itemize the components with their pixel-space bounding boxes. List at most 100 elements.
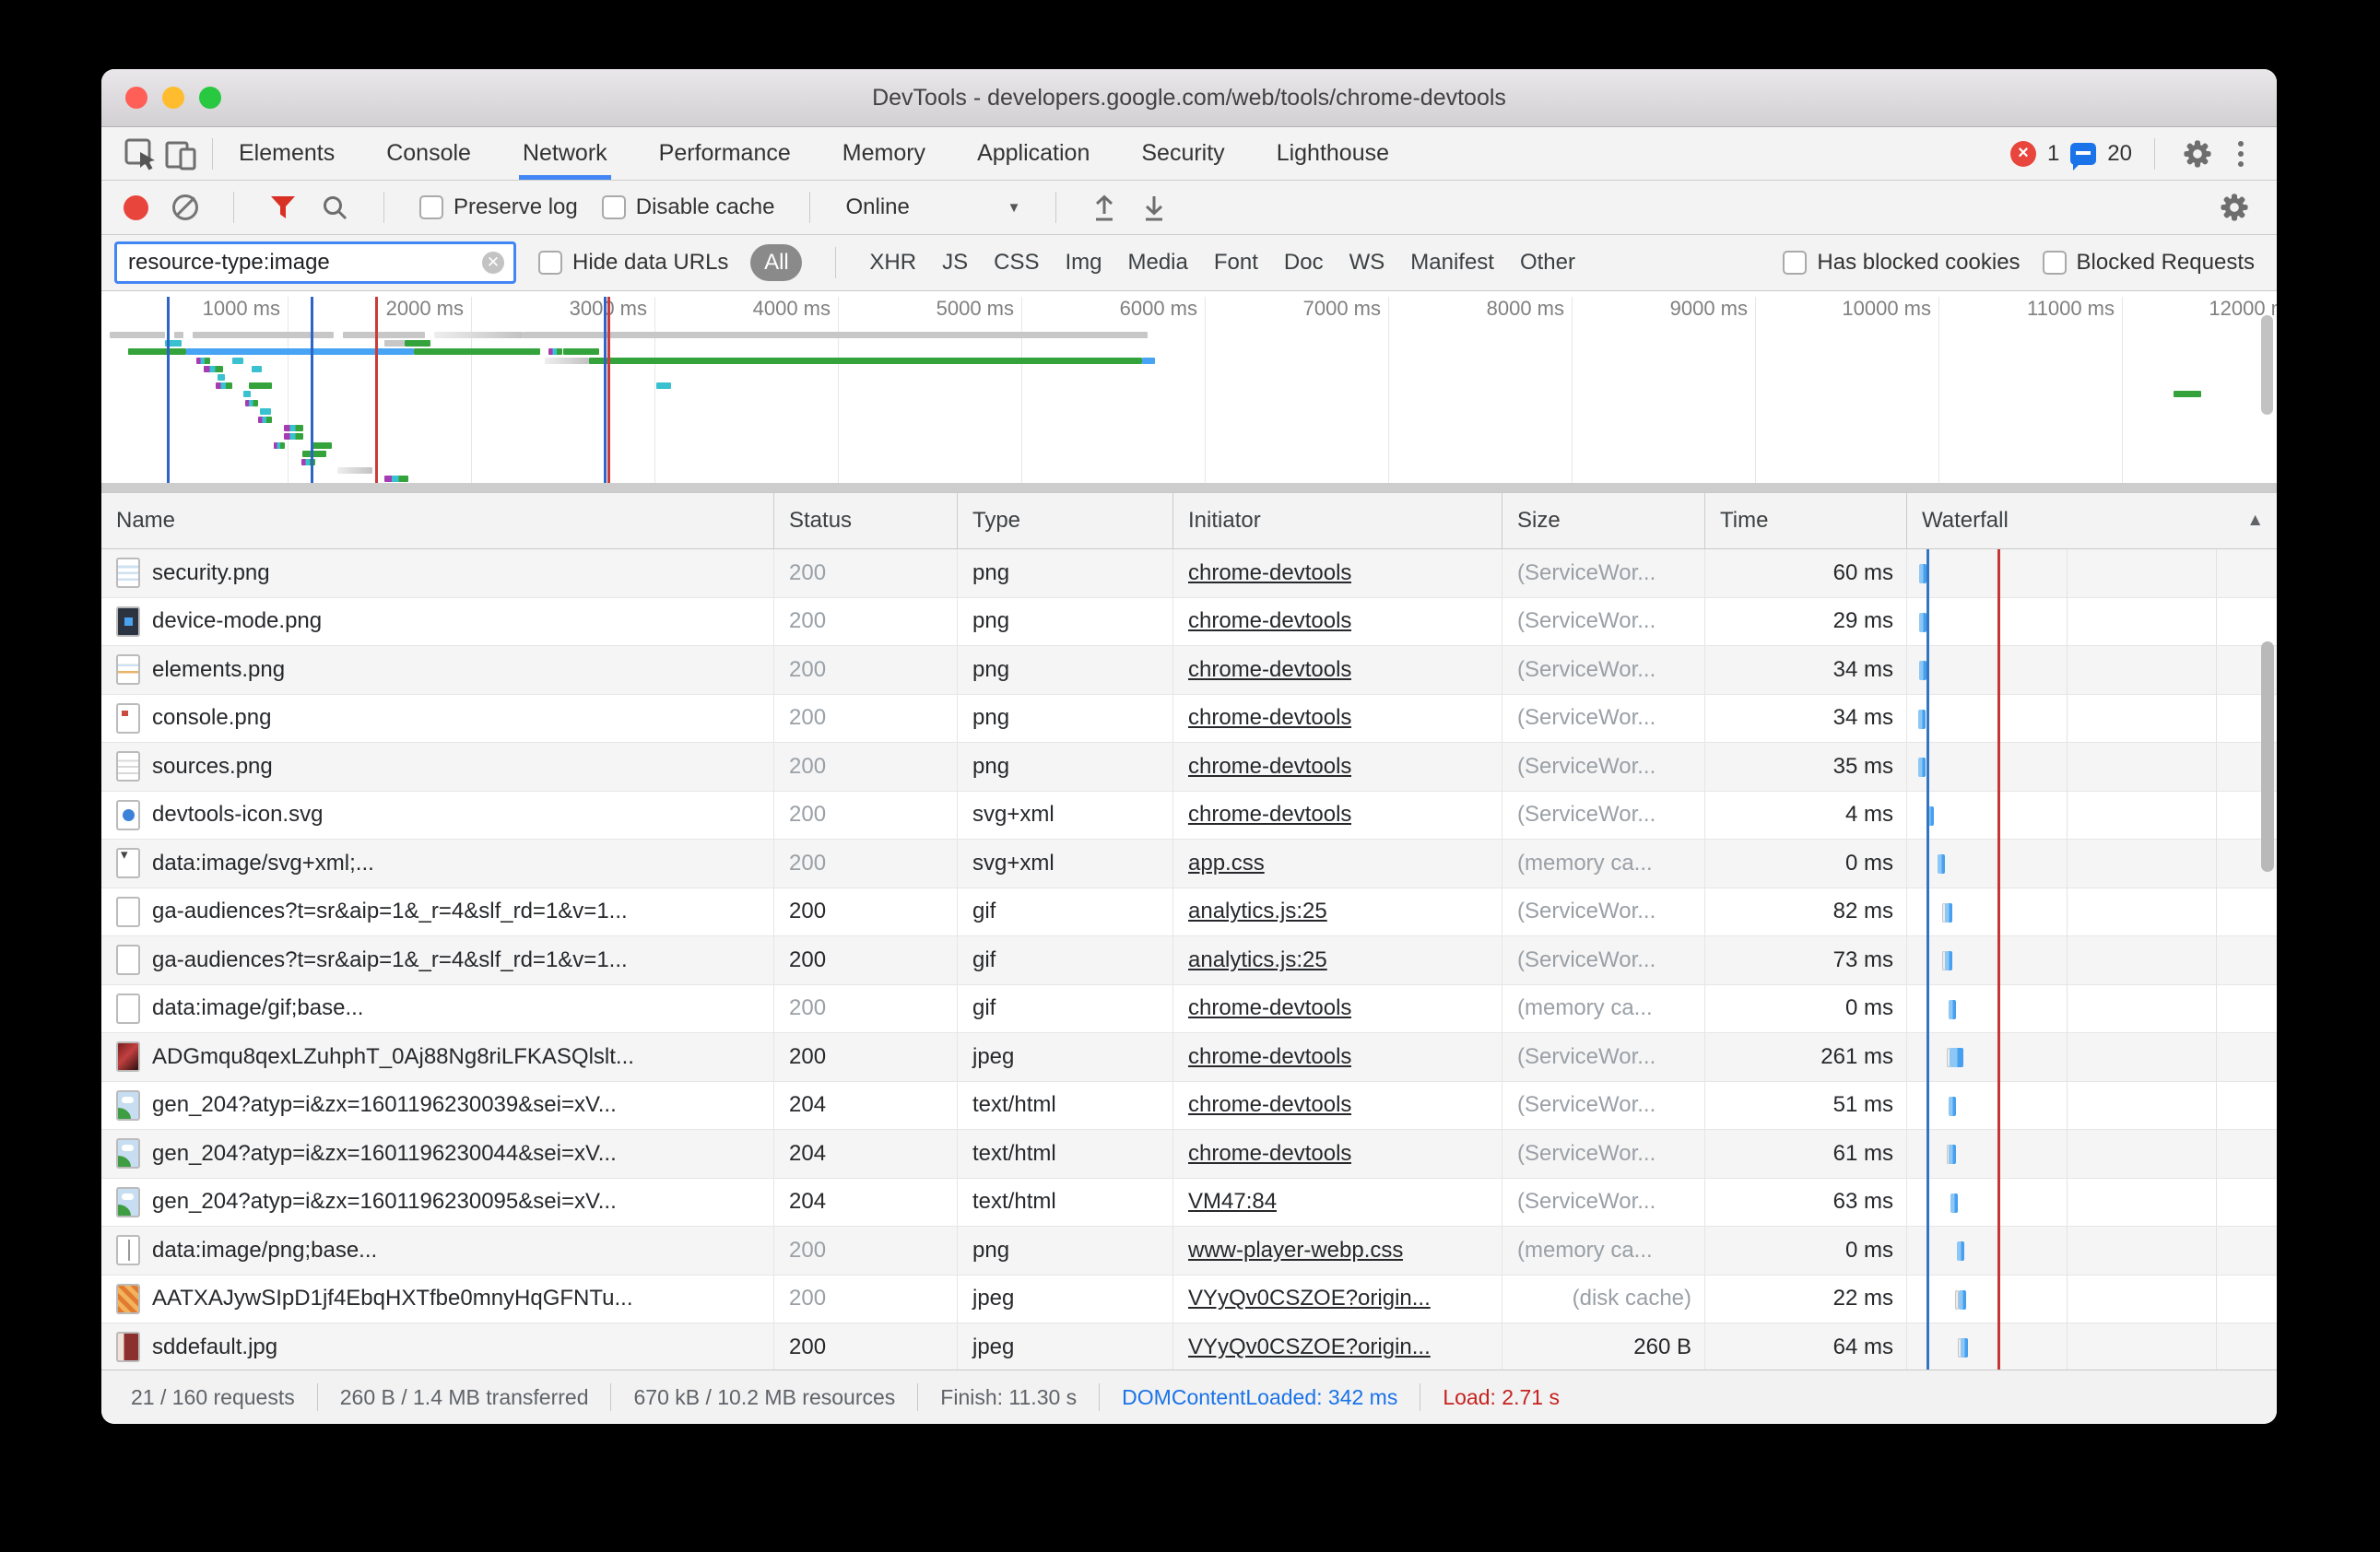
- request-row[interactable]: ga-audiences?t=sr&aip=1&_r=4&slf_rd=1&v=…: [101, 888, 2277, 937]
- request-row[interactable]: console.png200pngchrome-devtools(Service…: [101, 695, 2277, 744]
- request-row[interactable]: device-mode.png200pngchrome-devtools(Ser…: [101, 598, 2277, 647]
- request-name-cell[interactable]: sddefault.jpg: [101, 1323, 774, 1370]
- request-name-cell[interactable]: sources.png: [101, 743, 774, 791]
- initiator-link[interactable]: chrome-devtools: [1188, 1092, 1351, 1118]
- request-row[interactable]: data:image/gif;base...200gifchrome-devto…: [101, 985, 2277, 1034]
- initiator-link[interactable]: analytics.js:25: [1188, 947, 1327, 973]
- initiator-link[interactable]: analytics.js:25: [1188, 899, 1327, 924]
- filter-pill-font[interactable]: Font: [1214, 250, 1258, 276]
- waterfall-bar[interactable]: [1950, 1193, 1958, 1213]
- column-header-type[interactable]: Type: [958, 493, 1173, 548]
- search-icon[interactable]: [321, 194, 348, 221]
- minimize-button[interactable]: [162, 87, 184, 109]
- request-name-cell[interactable]: gen_204?atyp=i&zx=1601196230044&sei=xV..…: [101, 1130, 774, 1178]
- inspect-element-icon[interactable]: [120, 134, 160, 174]
- request-row[interactable]: AATXAJywSIpD1jf4EbqHXTfbe0mnyHqGFNTu...2…: [101, 1276, 2277, 1324]
- request-name-cell[interactable]: devtools-icon.svg: [101, 792, 774, 840]
- clear-filter-icon[interactable]: ✕: [482, 252, 504, 274]
- error-badge-icon[interactable]: ×: [2010, 141, 2036, 167]
- tab-network[interactable]: Network: [523, 127, 607, 180]
- filter-pill-all[interactable]: All: [750, 244, 802, 281]
- tab-console[interactable]: Console: [386, 127, 471, 180]
- zoom-button[interactable]: [199, 87, 221, 109]
- has-blocked-cookies-checkbox[interactable]: Has blocked cookies: [1783, 250, 2020, 276]
- request-row[interactable]: ga-audiences?t=sr&aip=1&_r=4&slf_rd=1&v=…: [101, 936, 2277, 985]
- request-row[interactable]: sources.png200pngchrome-devtools(Service…: [101, 743, 2277, 792]
- waterfall-bar[interactable]: [1918, 710, 1926, 729]
- waterfall-bar[interactable]: [1938, 854, 1945, 874]
- column-header-initiator[interactable]: Initiator: [1173, 493, 1502, 548]
- filter-pill-js[interactable]: JS: [942, 250, 968, 276]
- filter-pill-manifest[interactable]: Manifest: [1410, 250, 1494, 276]
- waterfall-bar[interactable]: [1949, 1097, 1956, 1116]
- column-header-status[interactable]: Status: [774, 493, 958, 548]
- tab-lighthouse[interactable]: Lighthouse: [1277, 127, 1389, 180]
- network-settings-gear-icon[interactable]: [2214, 187, 2255, 228]
- preserve-log-checkbox[interactable]: Preserve log: [419, 194, 578, 220]
- request-row[interactable]: elements.png200pngchrome-devtools(Servic…: [101, 646, 2277, 695]
- initiator-link[interactable]: www-player-webp.css: [1188, 1238, 1403, 1264]
- import-har-icon[interactable]: [1091, 193, 1117, 222]
- initiator-link[interactable]: chrome-devtools: [1188, 705, 1351, 731]
- initiator-link[interactable]: chrome-devtools: [1188, 995, 1351, 1021]
- column-header-time[interactable]: Time: [1705, 493, 1907, 548]
- network-overview-timeline[interactable]: 1000 ms2000 ms3000 ms4000 ms5000 ms6000 …: [101, 291, 2277, 493]
- request-name-cell[interactable]: device-mode.png: [101, 598, 774, 646]
- initiator-link[interactable]: VYyQv0CSZOE?origin...: [1188, 1334, 1431, 1360]
- filter-funnel-icon[interactable]: [269, 194, 297, 220]
- filter-pill-other[interactable]: Other: [1520, 250, 1575, 276]
- console-message-icon[interactable]: [2070, 143, 2096, 165]
- clear-button[interactable]: [172, 194, 198, 220]
- titlebar[interactable]: DevTools - developers.google.com/web/too…: [101, 69, 2277, 127]
- waterfall-bar[interactable]: [1959, 1290, 1966, 1310]
- export-har-icon[interactable]: [1141, 193, 1167, 222]
- filter-pill-img[interactable]: Img: [1065, 250, 1102, 276]
- request-name-cell[interactable]: gen_204?atyp=i&zx=1601196230095&sei=xV..…: [101, 1179, 774, 1227]
- record-button[interactable]: [124, 195, 148, 220]
- waterfall-bar[interactable]: [1945, 903, 1952, 923]
- tab-security[interactable]: Security: [1141, 127, 1224, 180]
- waterfall-bar[interactable]: [1919, 613, 1926, 632]
- request-row[interactable]: data:image/png;base...200pngwww-player-w…: [101, 1227, 2277, 1276]
- request-name-cell[interactable]: gen_204?atyp=i&zx=1601196230039&sei=xV..…: [101, 1082, 774, 1130]
- waterfall-bar[interactable]: [1949, 1000, 1956, 1019]
- initiator-link[interactable]: chrome-devtools: [1188, 1141, 1351, 1167]
- tab-performance[interactable]: Performance: [659, 127, 791, 180]
- initiator-link[interactable]: chrome-devtools: [1188, 802, 1351, 828]
- request-name-cell[interactable]: data:image/png;base...: [101, 1227, 774, 1275]
- tab-elements[interactable]: Elements: [239, 127, 335, 180]
- request-name-cell[interactable]: data:image/svg+xml;...: [101, 840, 774, 888]
- initiator-link[interactable]: chrome-devtools: [1188, 657, 1351, 683]
- initiator-link[interactable]: chrome-devtools: [1188, 754, 1351, 780]
- request-row[interactable]: data:image/svg+xml;...200svg+xmlapp.css(…: [101, 840, 2277, 888]
- request-row[interactable]: gen_204?atyp=i&zx=1601196230039&sei=xV..…: [101, 1082, 2277, 1131]
- column-header-waterfall[interactable]: Waterfall▲: [1907, 493, 2277, 548]
- filter-pill-css[interactable]: CSS: [994, 250, 1039, 276]
- filter-pill-ws[interactable]: WS: [1349, 250, 1385, 276]
- sort-ascending-icon[interactable]: ▲: [2246, 511, 2264, 531]
- waterfall-bar[interactable]: [1950, 1048, 1962, 1067]
- blocked-requests-checkbox[interactable]: Blocked Requests: [2043, 250, 2255, 276]
- request-row[interactable]: security.png200pngchrome-devtools(Servic…: [101, 549, 2277, 598]
- request-name-cell[interactable]: elements.png: [101, 646, 774, 694]
- filter-input[interactable]: resource-type:image ✕: [114, 241, 516, 284]
- column-header-name[interactable]: Name: [101, 493, 774, 548]
- tab-application[interactable]: Application: [977, 127, 1090, 180]
- hide-data-urls-checkbox[interactable]: Hide data URLs: [538, 250, 728, 276]
- waterfall-bar[interactable]: [1919, 564, 1926, 583]
- waterfall-bar[interactable]: [1957, 1241, 1964, 1261]
- request-name-cell[interactable]: ADGmqu8qexLZuhphT_0Aj88Ng8riLFKASQlslt..…: [101, 1033, 774, 1081]
- request-row[interactable]: sddefault.jpg200jpegVYyQv0CSZOE?origin..…: [101, 1323, 2277, 1370]
- filter-pill-media[interactable]: Media: [1127, 250, 1187, 276]
- waterfall-bar[interactable]: [1949, 1145, 1956, 1164]
- filter-pill-doc[interactable]: Doc: [1284, 250, 1324, 276]
- error-count[interactable]: 1: [2047, 141, 2059, 167]
- initiator-link[interactable]: app.css: [1188, 851, 1265, 876]
- waterfall-bar[interactable]: [1918, 758, 1926, 777]
- throttling-dropdown[interactable]: Online ▼: [845, 194, 1020, 220]
- filter-pill-xhr[interactable]: XHR: [869, 250, 916, 276]
- request-row[interactable]: gen_204?atyp=i&zx=1601196230095&sei=xV..…: [101, 1179, 2277, 1228]
- request-name-cell[interactable]: security.png: [101, 549, 774, 597]
- kebab-menu-icon[interactable]: [2229, 137, 2253, 170]
- waterfall-bar[interactable]: [1945, 951, 1952, 970]
